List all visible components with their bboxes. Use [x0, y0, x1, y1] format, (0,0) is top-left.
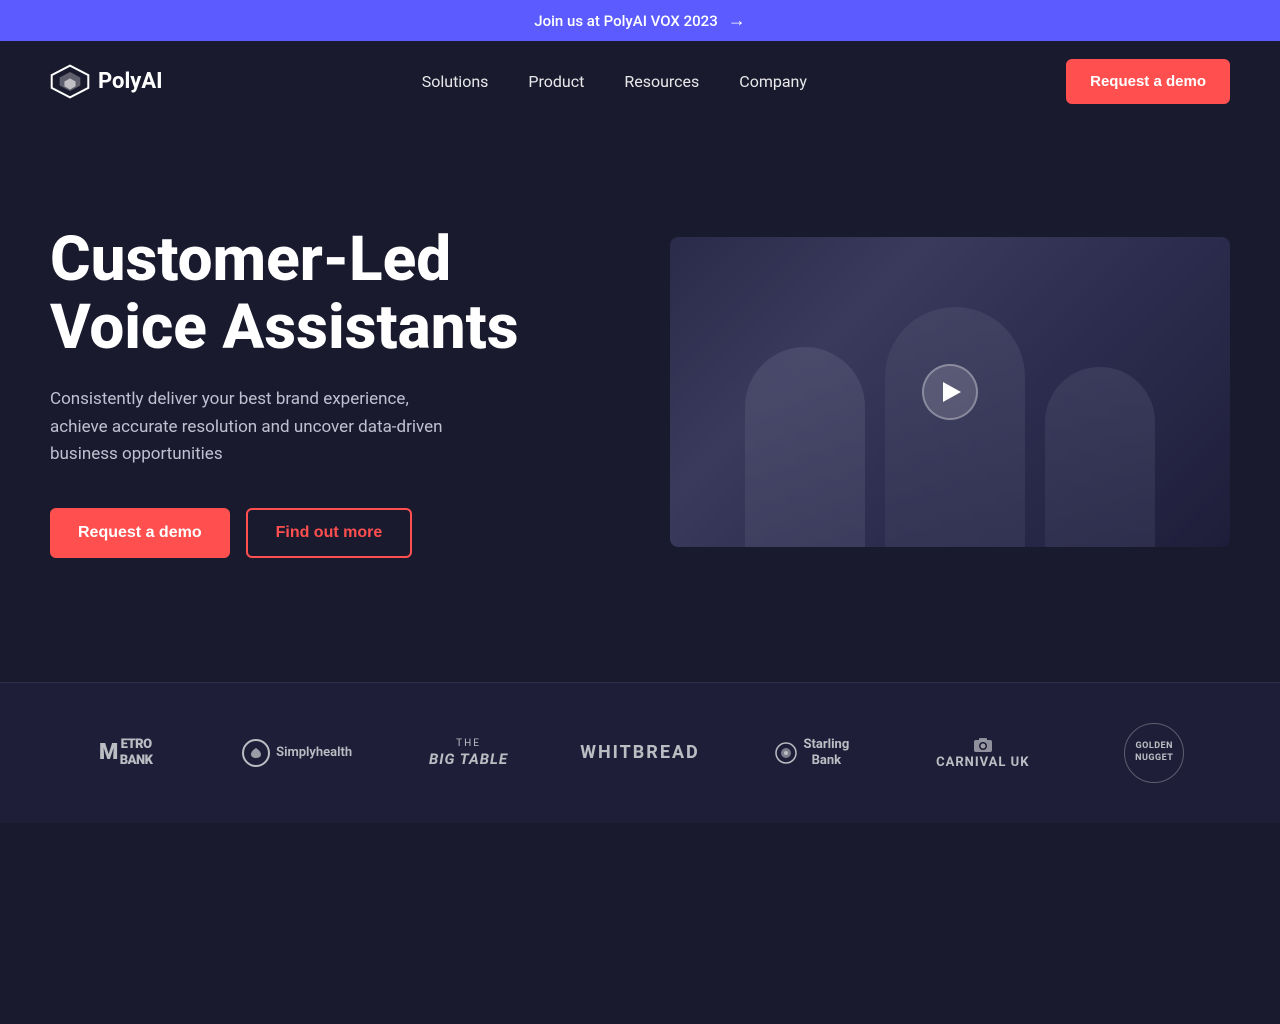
starling-text: Starling Bank: [804, 737, 850, 768]
nav-item-resources[interactable]: Resources: [624, 72, 699, 91]
logo-starling-bank: Starling Bank: [736, 737, 887, 768]
hero-description: Consistently deliver your best brand exp…: [50, 386, 470, 468]
logo-text: PolyAI: [98, 69, 163, 94]
nav-link-solutions[interactable]: Solutions: [422, 72, 489, 91]
logo-big-table: The Big Table: [393, 738, 544, 768]
carnival-camera-icon: [973, 737, 993, 753]
golden-nugget-text: GOLDENNUGGET: [1124, 723, 1184, 783]
logo[interactable]: PolyAI: [50, 64, 163, 99]
hero-content: Customer-Led Voice Assistants Consistent…: [50, 226, 570, 558]
nav-links: Solutions Product Resources Company: [422, 72, 807, 91]
logo-carnival-uk: CARNIVAL UK: [907, 737, 1058, 770]
hero-title: Customer-Led Voice Assistants: [50, 226, 570, 362]
logo-whitbread: WHITBREAD: [564, 742, 715, 764]
starling-icon: [774, 741, 798, 765]
nav-link-product[interactable]: Product: [528, 72, 584, 91]
hero-title-line2: Voice Assistants: [50, 291, 519, 364]
announcement-bar[interactable]: Join us at PolyAI VOX 2023 →: [0, 0, 1280, 41]
logo-icon: [50, 64, 90, 99]
hero-video[interactable]: [670, 237, 1230, 547]
metro-m-icon: M: [99, 740, 118, 766]
whitbread-text: WHITBREAD: [580, 742, 700, 764]
the-text: The: [429, 738, 508, 750]
nav-request-demo-button[interactable]: Request a demo: [1066, 59, 1230, 104]
nav-link-resources[interactable]: Resources: [624, 72, 699, 91]
main-nav: PolyAI Solutions Product Resources Compa…: [0, 41, 1280, 122]
nav-item-company[interactable]: Company: [739, 72, 807, 91]
logo-metro-bank: M ETRO BANK: [50, 737, 201, 768]
logos-section: M ETRO BANK Simplyhealth The Big Table W…: [0, 682, 1280, 823]
video-thumbnail: [670, 237, 1230, 547]
logo-simplyhealth: Simplyhealth: [221, 739, 372, 767]
big-table-text: Big Table: [429, 750, 508, 768]
logo-golden-nugget: GOLDENNUGGET: [1079, 723, 1230, 783]
metro-bank-text: ETRO BANK: [120, 737, 153, 768]
hero-find-out-more-button[interactable]: Find out more: [246, 508, 413, 558]
hero-section: Customer-Led Voice Assistants Consistent…: [0, 122, 1280, 682]
nav-link-company[interactable]: Company: [739, 72, 807, 91]
figure-left: [745, 347, 865, 547]
play-icon: [943, 382, 961, 402]
play-button[interactable]: [922, 364, 978, 420]
figure-center: [885, 307, 1025, 547]
hero-request-demo-button[interactable]: Request a demo: [50, 508, 230, 558]
hero-buttons: Request a demo Find out more: [50, 508, 570, 558]
announcement-text: Join us at PolyAI VOX 2023: [534, 12, 718, 30]
nav-item-product[interactable]: Product: [528, 72, 584, 91]
announcement-arrow-icon: →: [728, 10, 746, 31]
hero-title-line1: Customer-Led: [50, 223, 451, 296]
figure-right: [1045, 367, 1155, 547]
carnival-text: CARNIVAL UK: [936, 755, 1029, 770]
nav-item-solutions[interactable]: Solutions: [422, 72, 489, 91]
simplyhealth-text: Simplyhealth: [276, 745, 352, 761]
simplyhealth-circle-icon: [242, 739, 270, 767]
